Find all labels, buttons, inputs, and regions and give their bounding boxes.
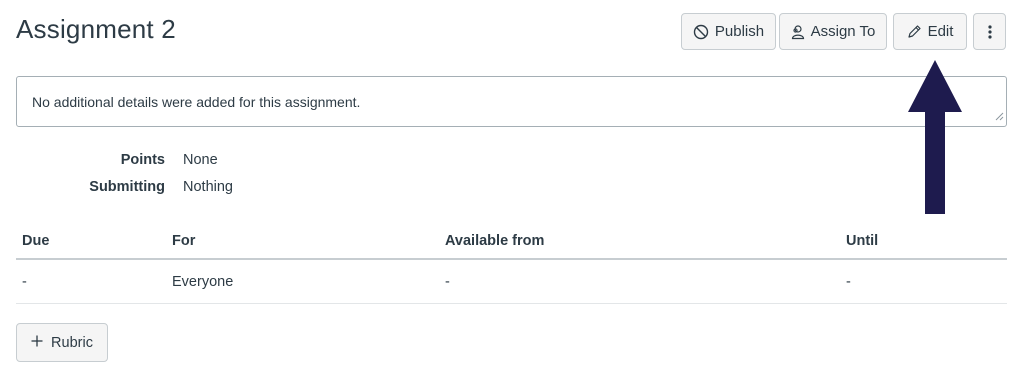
edit-button[interactable]: Edit	[893, 13, 967, 50]
cell-available-from: -	[445, 274, 450, 290]
cell-due: -	[22, 274, 27, 290]
publish-button[interactable]: Publish	[681, 13, 776, 50]
table-row-divider	[16, 303, 1007, 304]
submitting-value: Nothing	[183, 179, 233, 195]
submitting-label: Submitting	[89, 179, 165, 195]
more-options-button[interactable]	[973, 13, 1006, 50]
vertical-ellipsis-icon	[987, 24, 992, 40]
page-title: Assignment 2	[16, 14, 176, 44]
pencil-icon	[907, 24, 922, 39]
edit-label: Edit	[927, 23, 954, 40]
column-header-until: Until	[846, 233, 879, 249]
points-label: Points	[120, 152, 165, 168]
add-rubric-button[interactable]: Rubric	[16, 323, 108, 362]
resize-grip-icon[interactable]	[995, 108, 1004, 124]
rubric-label: Rubric	[51, 334, 93, 351]
assignment-details-box: No additional details were added for thi…	[16, 76, 1007, 127]
column-header-available-from: Available from	[445, 233, 545, 249]
points-value: None	[183, 152, 218, 168]
column-header-due: Due	[22, 233, 50, 249]
publish-label: Publish	[714, 23, 765, 40]
assign-to-label: Assign To	[810, 23, 876, 40]
user-group-icon	[791, 24, 805, 40]
assign-to-button[interactable]: Assign To	[779, 13, 887, 50]
up-arrow-icon	[905, 60, 965, 221]
cell-until: -	[846, 274, 851, 290]
cell-for: Everyone	[172, 274, 234, 290]
table-header-divider	[16, 258, 1007, 260]
column-header-for: For	[172, 233, 196, 249]
plus-icon	[31, 335, 43, 351]
no-entry-icon	[693, 24, 709, 40]
details-text: No additional details were added for thi…	[32, 94, 361, 110]
